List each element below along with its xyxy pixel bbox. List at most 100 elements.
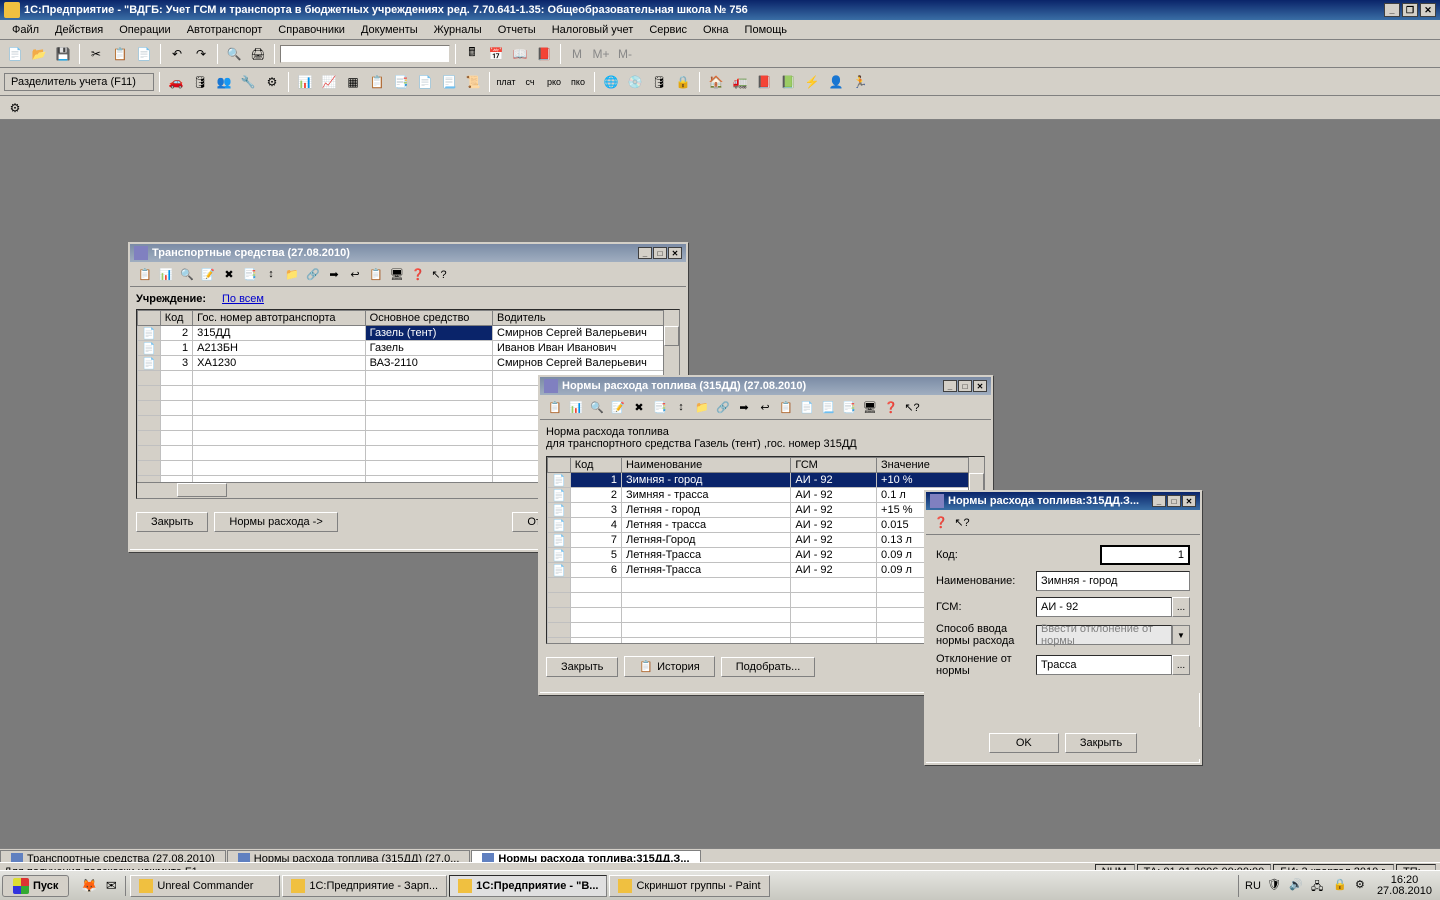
tb-icon[interactable]: 📄 <box>798 398 816 416</box>
tb-icon[interactable]: 📕 <box>753 71 775 93</box>
tb-icon[interactable]: 👤 <box>825 71 847 93</box>
tb-icon[interactable]: 📋 <box>367 265 385 283</box>
menu-сервис[interactable]: Сервис <box>641 22 695 38</box>
language-indicator[interactable]: RU <box>1245 880 1261 892</box>
book-icon[interactable]: 📖 <box>509 43 531 65</box>
method-dropdown[interactable]: ▼ <box>1172 625 1190 645</box>
table-row[interactable]: 📄6Летняя-ТрассаАИ - 920.09 л <box>548 563 984 578</box>
tb-icon[interactable]: ▦ <box>342 71 364 93</box>
tb-icon[interactable]: ✖ <box>630 398 648 416</box>
tb-icon[interactable]: ❓ <box>409 265 427 283</box>
menu-операции[interactable]: Операции <box>111 22 178 38</box>
tb-icon[interactable]: 🚛 <box>729 71 751 93</box>
table-row[interactable]: 📄1А213БНГазельИванов Иван Иванович <box>138 341 679 356</box>
tb-icon[interactable]: 📁 <box>283 265 301 283</box>
tray-icon[interactable]: 🖧 <box>1311 878 1327 894</box>
tb-icon[interactable]: 📊 <box>294 71 316 93</box>
tb-icon[interactable]: плат <box>495 71 517 93</box>
tb-icon[interactable]: 🏃 <box>849 71 871 93</box>
deviation-lookup-button[interactable]: ... <box>1172 655 1190 675</box>
tb-icon[interactable]: 📄 <box>414 71 436 93</box>
tray-icon[interactable]: 🔒 <box>1333 878 1349 894</box>
tb-icon[interactable]: ↩ <box>756 398 774 416</box>
copy-icon[interactable]: 📋 <box>109 43 131 65</box>
new-icon[interactable]: 📄 <box>4 43 26 65</box>
maximize-button[interactable]: □ <box>958 380 972 392</box>
task-button[interactable]: Unreal Commander <box>130 875 280 897</box>
menu-документы[interactable]: Документы <box>353 22 426 38</box>
tb-icon[interactable]: ↖? <box>903 398 921 416</box>
tray-icon[interactable]: 🛡 <box>1267 878 1283 894</box>
search-input[interactable] <box>280 45 450 63</box>
m-plus-icon[interactable]: M+ <box>590 43 612 65</box>
help-icon[interactable]: 📕 <box>533 43 555 65</box>
table-row[interactable]: 📄4Летняя - трассаАИ - 920.015 <box>548 518 984 533</box>
paste-icon[interactable]: 📄 <box>133 43 155 65</box>
menu-автотранспорт[interactable]: Автотранспорт <box>179 22 271 38</box>
tb-icon[interactable]: 📋 <box>777 398 795 416</box>
tb-icon[interactable]: 🖥 <box>861 398 879 416</box>
close-button[interactable]: Закрыть <box>546 657 618 677</box>
tb-icon[interactable]: 📗 <box>777 71 799 93</box>
deviation-field[interactable]: Трасса <box>1036 655 1172 675</box>
tb-icon[interactable]: 📋 <box>546 398 564 416</box>
institution-link[interactable]: По всем <box>222 293 264 305</box>
table-row[interactable]: 📄3ХА1230ВАЗ-2110Смирнов Сергей Валерьеви… <box>138 356 679 371</box>
close-button[interactable]: Закрыть <box>1065 733 1137 753</box>
table-row[interactable]: 📄1Зимняя - городАИ - 92+10 % <box>548 473 984 488</box>
tb-icon[interactable]: 📑 <box>651 398 669 416</box>
tb-icon[interactable]: ↕ <box>262 265 280 283</box>
calendar-icon[interactable]: 📅 <box>485 43 507 65</box>
tb-icon[interactable]: ⚡ <box>801 71 823 93</box>
ok-button[interactable]: OK <box>989 733 1059 753</box>
tb-icon[interactable]: 📊 <box>157 265 175 283</box>
table-row[interactable]: 📄7Летняя-ГородАИ - 920.13 л <box>548 533 984 548</box>
tb-icon[interactable]: 📋 <box>136 265 154 283</box>
tb-icon[interactable]: 🏠 <box>705 71 727 93</box>
tb-icon[interactable]: рко <box>543 71 565 93</box>
tb-icon[interactable]: 🔧 <box>237 71 259 93</box>
tb-icon[interactable]: ✖ <box>220 265 238 283</box>
tb-icon[interactable]: 🔒 <box>672 71 694 93</box>
maximize-button[interactable]: □ <box>1167 495 1181 507</box>
norms-button[interactable]: Нормы расхода -> <box>214 512 337 532</box>
close-button[interactable]: ✕ <box>1182 495 1196 507</box>
menu-налоговый учет[interactable]: Налоговый учет <box>544 22 642 38</box>
method-field[interactable]: Ввести отклонение от нормы <box>1036 625 1172 645</box>
tb-icon[interactable]: ➡ <box>325 265 343 283</box>
mail-icon[interactable]: ✉ <box>101 876 121 896</box>
tb-icon[interactable]: 📑 <box>840 398 858 416</box>
print-icon[interactable]: 🖨 <box>247 43 269 65</box>
tray-icon[interactable]: 🔊 <box>1289 878 1305 894</box>
code-field[interactable]: 1 <box>1100 545 1190 565</box>
maximize-button[interactable]: □ <box>653 247 667 259</box>
tb-icon[interactable]: 📑 <box>241 265 259 283</box>
tb-icon[interactable]: 📃 <box>819 398 837 416</box>
table-row[interactable]: 📄3Летняя - городАИ - 92+15 % <box>548 503 984 518</box>
tb-icon[interactable]: 📝 <box>199 265 217 283</box>
minimize-button[interactable]: _ <box>638 247 652 259</box>
table-row[interactable]: 📄2Зимняя - трассаАИ - 920.1 л <box>548 488 984 503</box>
tb-icon[interactable]: 🔗 <box>714 398 732 416</box>
undo-icon[interactable]: ↶ <box>166 43 188 65</box>
tb-icon[interactable]: 📋 <box>366 71 388 93</box>
firefox-icon[interactable]: 🦊 <box>79 876 99 896</box>
name-field[interactable]: Зимняя - город <box>1036 571 1190 591</box>
menu-окна[interactable]: Окна <box>695 22 737 38</box>
open-icon[interactable]: 📂 <box>28 43 50 65</box>
redo-icon[interactable]: ↷ <box>190 43 212 65</box>
gsm-lookup-button[interactable]: ... <box>1172 597 1190 617</box>
start-button[interactable]: Пуск <box>2 875 69 897</box>
tb-icon[interactable]: 📈 <box>318 71 340 93</box>
tb-icon[interactable]: пко <box>567 71 589 93</box>
tb-icon[interactable]: 📊 <box>567 398 585 416</box>
tb-icon[interactable]: ❓ <box>882 398 900 416</box>
tb-icon[interactable]: 🌐 <box>600 71 622 93</box>
history-button[interactable]: 📋 История <box>624 656 714 677</box>
tb-icon[interactable]: 🔍 <box>178 265 196 283</box>
menu-файл[interactable]: Файл <box>4 22 47 38</box>
minimize-button[interactable]: _ <box>1152 495 1166 507</box>
tb-icon[interactable]: 🖥 <box>388 265 406 283</box>
clock[interactable]: 16:20 27.08.2010 <box>1377 875 1432 897</box>
tb-icon[interactable]: ↩ <box>346 265 364 283</box>
